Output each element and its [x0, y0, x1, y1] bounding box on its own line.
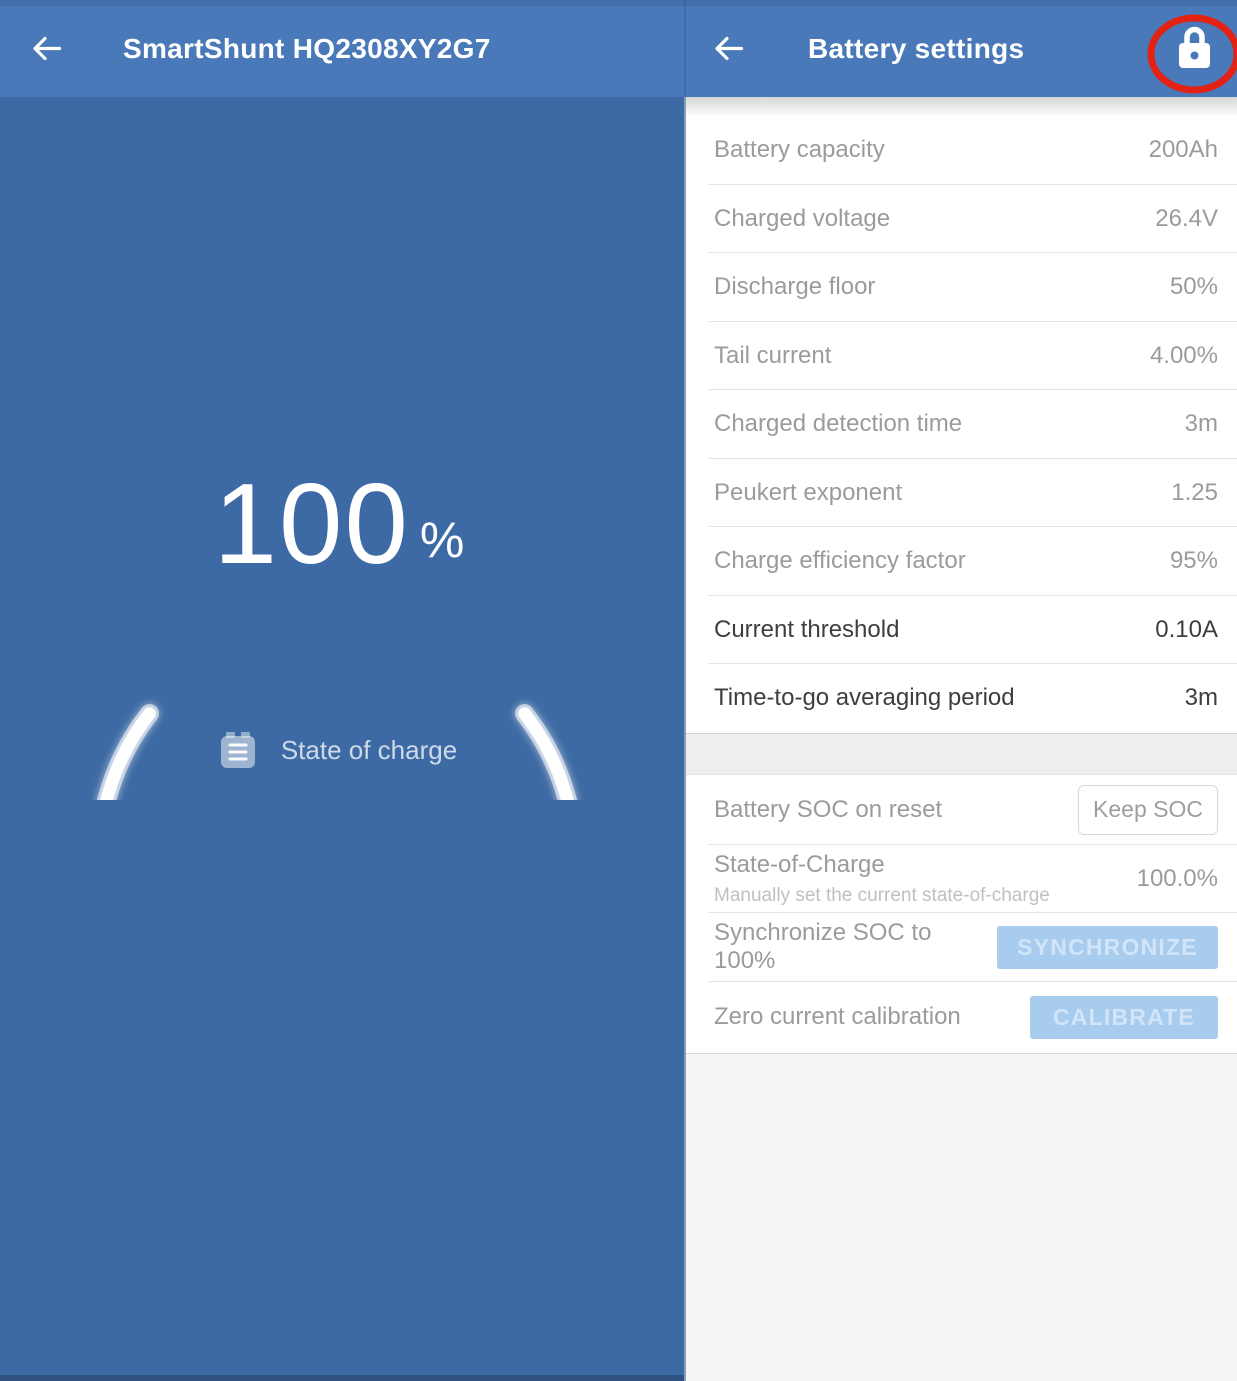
setting-row-battery-capacity[interactable]: Battery capacity 200Ah [684, 116, 1237, 185]
header-shadow [684, 97, 1237, 116]
setting-row-tail-current[interactable]: Tail current 4.00% [684, 322, 1237, 391]
row-battery-soc-on-reset[interactable]: Battery SOC on reset Keep SOC [684, 775, 1237, 845]
row-value: 1.25 [1171, 479, 1218, 507]
row-label: Peukert exponent [714, 479, 902, 507]
row-label: Battery capacity [714, 136, 885, 164]
setting-row-peukert-exponent[interactable]: Peukert exponent 1.25 [684, 459, 1237, 528]
row-label: Synchronize SOC to 100% [714, 919, 997, 975]
row-value: 3m [1185, 684, 1218, 712]
row-label: Tail current [714, 342, 831, 370]
setting-row-charged-voltage[interactable]: Charged voltage 26.4V [684, 185, 1237, 254]
soc-gauge-arc [0, 0, 684, 800]
row-label: State-of-Charge [714, 851, 1050, 879]
settings-lock-button[interactable] [1144, 7, 1237, 99]
row-label: Discharge floor [714, 273, 875, 301]
panel-divider-line [684, 97, 686, 1381]
status-bar-shade [0, 0, 1237, 6]
row-synchronize-soc[interactable]: Synchronize SOC to 100% SYNCHRONIZE [684, 913, 1237, 982]
section-separator [684, 733, 1237, 775]
back-arrow-icon [30, 32, 63, 65]
battery-settings-panel: Battery settings Battery capacity 200Ah … [684, 0, 1237, 1381]
row-zero-current-calibration[interactable]: Zero current calibration CALIBRATE [684, 982, 1237, 1053]
soc-label-row: State of charge [0, 732, 678, 768]
back-button-settings[interactable] [706, 27, 750, 71]
row-label: Current threshold [714, 616, 899, 644]
right-header: Battery settings [684, 0, 1237, 97]
lock-icon [1179, 30, 1210, 69]
row-label: Charged detection time [714, 410, 962, 438]
row-state-of-charge[interactable]: State-of-Charge Manually set the current… [684, 845, 1237, 913]
settings-empty-area [684, 1053, 1237, 1381]
device-title: SmartShunt HQ2308XY2G7 [123, 33, 491, 65]
row-label: Zero current calibration [714, 1003, 961, 1031]
row-value: 26.4V [1155, 205, 1218, 233]
settings-title: Battery settings [808, 33, 1024, 65]
row-value: 200Ah [1149, 136, 1218, 164]
battery-icon [221, 732, 255, 768]
synchronize-button[interactable]: SYNCHRONIZE [997, 926, 1218, 969]
row-label: Battery SOC on reset [714, 796, 942, 824]
soc-unit: % [420, 511, 464, 569]
calibrate-button[interactable]: CALIBRATE [1030, 996, 1218, 1039]
row-value: 3m [1185, 410, 1218, 438]
back-arrow-icon [712, 32, 745, 65]
setting-row-discharge-floor[interactable]: Discharge floor 50% [684, 253, 1237, 322]
bottom-shade [0, 1375, 684, 1381]
back-button-left[interactable] [24, 27, 68, 71]
setting-row-charge-efficiency[interactable]: Charge efficiency factor 95% [684, 527, 1237, 596]
soc-label: State of charge [281, 735, 457, 766]
soc-gauge-value: 100 % [0, 468, 678, 582]
keep-soc-button[interactable]: Keep SOC [1078, 785, 1218, 835]
soc-value: 100 [214, 468, 410, 582]
row-value: 0.10A [1155, 616, 1218, 644]
row-label: Charged voltage [714, 205, 890, 233]
victronconnect-app: SmartShunt HQ2308XY2G7 100 % [0, 0, 1237, 1381]
row-label: Time-to-go averaging period [714, 684, 1015, 712]
setting-row-current-threshold[interactable]: Current threshold 0.10A [684, 596, 1237, 665]
row-label: Charge efficiency factor [714, 547, 966, 575]
device-overview-panel: SmartShunt HQ2308XY2G7 100 % [0, 0, 684, 1381]
row-value: 95% [1170, 547, 1218, 575]
row-value: 100.0% [1137, 865, 1218, 893]
row-sublabel: Manually set the current state-of-charge [714, 885, 1050, 907]
left-header: SmartShunt HQ2308XY2G7 [0, 0, 684, 97]
row-value: 4.00% [1150, 342, 1218, 370]
setting-row-ttg-averaging[interactable]: Time-to-go averaging period 3m [684, 664, 1237, 733]
setting-row-charged-detection-time[interactable]: Charged detection time 3m [684, 390, 1237, 459]
row-value: 50% [1170, 273, 1218, 301]
